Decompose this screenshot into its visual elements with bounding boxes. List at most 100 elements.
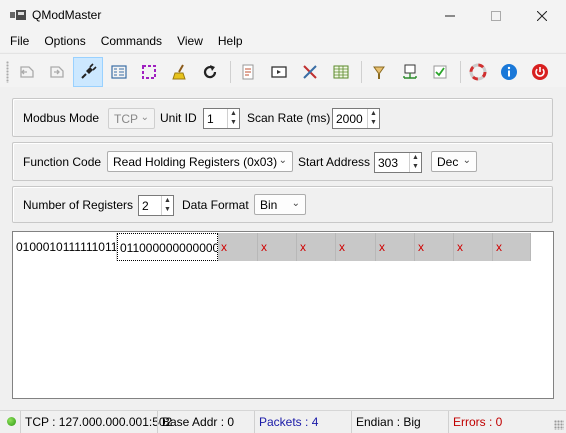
spin-arrows[interactable]: ▲ ▼ [409,153,421,172]
menu-view[interactable]: View [172,31,208,52]
maximize-icon [491,10,501,21]
scan-rate-spinbox[interactable]: 2000 ▲ ▼ [332,108,380,129]
scan-icon [142,65,156,79]
register-cell-empty[interactable]: x [376,233,415,261]
chevron-up-icon[interactable]: ▲ [228,109,239,118]
chevron-down-icon[interactable]: ▼ [410,162,421,171]
register-cell-empty[interactable]: x [297,233,336,261]
toolbar-separator [460,61,461,83]
read-write-button[interactable] [104,57,134,87]
modbus-mode-select[interactable]: TCP ⌄ [108,108,155,129]
chevron-down-icon[interactable]: ▼ [228,118,239,127]
close-button[interactable] [519,0,565,31]
connection-settings-button[interactable] [12,57,42,87]
chevron-up-icon[interactable]: ▲ [410,153,421,162]
connection-status-led-icon [7,417,16,426]
spin-arrows[interactable]: ▲ ▼ [227,109,239,128]
bus-monitor-icon [271,66,287,78]
network-button[interactable] [395,57,425,87]
menu-help[interactable]: Help [213,31,248,52]
spin-arrows[interactable]: ▲ ▼ [367,109,379,128]
register-cell[interactable]: 0100010111111011 [14,233,117,261]
address-format-value: Dec [437,155,459,169]
bus-settings-icon [373,66,385,79]
connect-button[interactable] [73,57,103,87]
tools-icon [303,65,317,79]
exit-icon [532,64,548,80]
register-cell-empty[interactable]: x [336,233,376,261]
exit-button[interactable] [525,57,555,87]
num-registers-value: 2 [142,199,149,213]
data-format-value: Bin [260,198,278,212]
checklist-icon [433,65,447,79]
bus-monitor-button[interactable] [264,57,294,87]
chevron-down-icon: ⌄ [278,155,287,166]
modbus-mode-label: Modbus Mode [23,111,100,125]
checklist-button[interactable] [425,57,455,87]
help-button[interactable] [463,57,493,87]
data-format-select[interactable]: Bin ⌄ [254,194,306,215]
app-icon [10,10,26,20]
connect-icon [81,63,97,79]
start-address-spinbox[interactable]: 303 ▲ ▼ [374,152,422,173]
num-registers-label: Number of Registers [23,198,134,212]
log-icon [242,64,254,80]
spin-arrows[interactable]: ▲ ▼ [161,196,173,215]
status-endian: Endian : Big [351,411,448,433]
data-panel: Number of Registers 2 ▲ ▼ Data Format Bin… [12,186,553,223]
register-cell-empty[interactable]: x [258,233,297,261]
function-code-value: Read Holding Registers (0x03) [113,155,278,169]
menu-bar: File Options Commands View Help [0,31,566,52]
log-button[interactable] [233,57,263,87]
serial-settings-icon [50,66,64,78]
about-button[interactable] [494,57,524,87]
resize-grip[interactable] [554,420,564,430]
chevron-down-icon[interactable]: ▼ [162,205,173,214]
clear-button[interactable] [165,57,195,87]
serial-settings-button[interactable] [42,57,72,87]
reset-counters-button[interactable] [195,57,225,87]
modbus-mode-value: TCP [114,112,138,126]
chevron-up-icon[interactable]: ▲ [368,109,379,118]
chevron-down-icon: ⌄ [462,155,471,166]
chevron-up-icon[interactable]: ▲ [162,196,173,205]
menu-options[interactable]: Options [39,31,90,52]
data-format-label: Data Format [182,198,249,212]
function-panel: Function Code Read Holding Registers (0x… [12,142,553,181]
table-button[interactable] [326,57,356,87]
register-cell-empty[interactable]: x [493,233,531,261]
read-write-icon [111,65,127,79]
status-bar: TCP : 127.000.000.001:502 Base Addr : 0 … [0,410,566,433]
scan-rate-label: Scan Rate (ms) [247,111,331,125]
start-address-label: Start Address [298,155,371,169]
title-bar: QModMaster [0,0,566,31]
unit-id-spinbox[interactable]: 1 ▲ ▼ [203,108,240,129]
toolbar-separator [230,61,231,83]
register-cell-empty[interactable]: x [454,233,493,261]
status-base-address: Base Addr : 0 [157,411,254,433]
menu-commands[interactable]: Commands [96,31,167,52]
toolbar-grip[interactable] [6,61,9,83]
minimize-icon [445,15,455,16]
table-icon [333,65,349,79]
scan-button[interactable] [134,57,164,87]
tools-button[interactable] [295,57,325,87]
num-registers-spinbox[interactable]: 2 ▲ ▼ [138,195,174,216]
maximize-button[interactable] [473,0,519,31]
register-cell-empty[interactable]: x [218,233,258,261]
reset-counters-icon [203,65,217,79]
menu-file[interactable]: File [5,31,34,52]
register-cell-selected[interactable]: 0110000000000000 [117,233,218,261]
toolbar [0,53,566,87]
register-table[interactable]: 0100010111111011 0110000000000000 x x x … [12,231,554,399]
minimize-button[interactable] [427,0,473,31]
register-cell-empty[interactable]: x [415,233,454,261]
status-connection: TCP : 127.000.000.001:502 [20,411,172,433]
bus-settings-button[interactable] [364,57,394,87]
status-errors: Errors : 0 [448,411,553,433]
function-code-select[interactable]: Read Holding Registers (0x03) ⌄ [107,151,293,172]
chevron-down-icon[interactable]: ▼ [368,118,379,127]
clear-icon [172,64,186,80]
address-format-select[interactable]: Dec ⌄ [431,151,477,172]
unit-id-value: 1 [207,112,214,126]
